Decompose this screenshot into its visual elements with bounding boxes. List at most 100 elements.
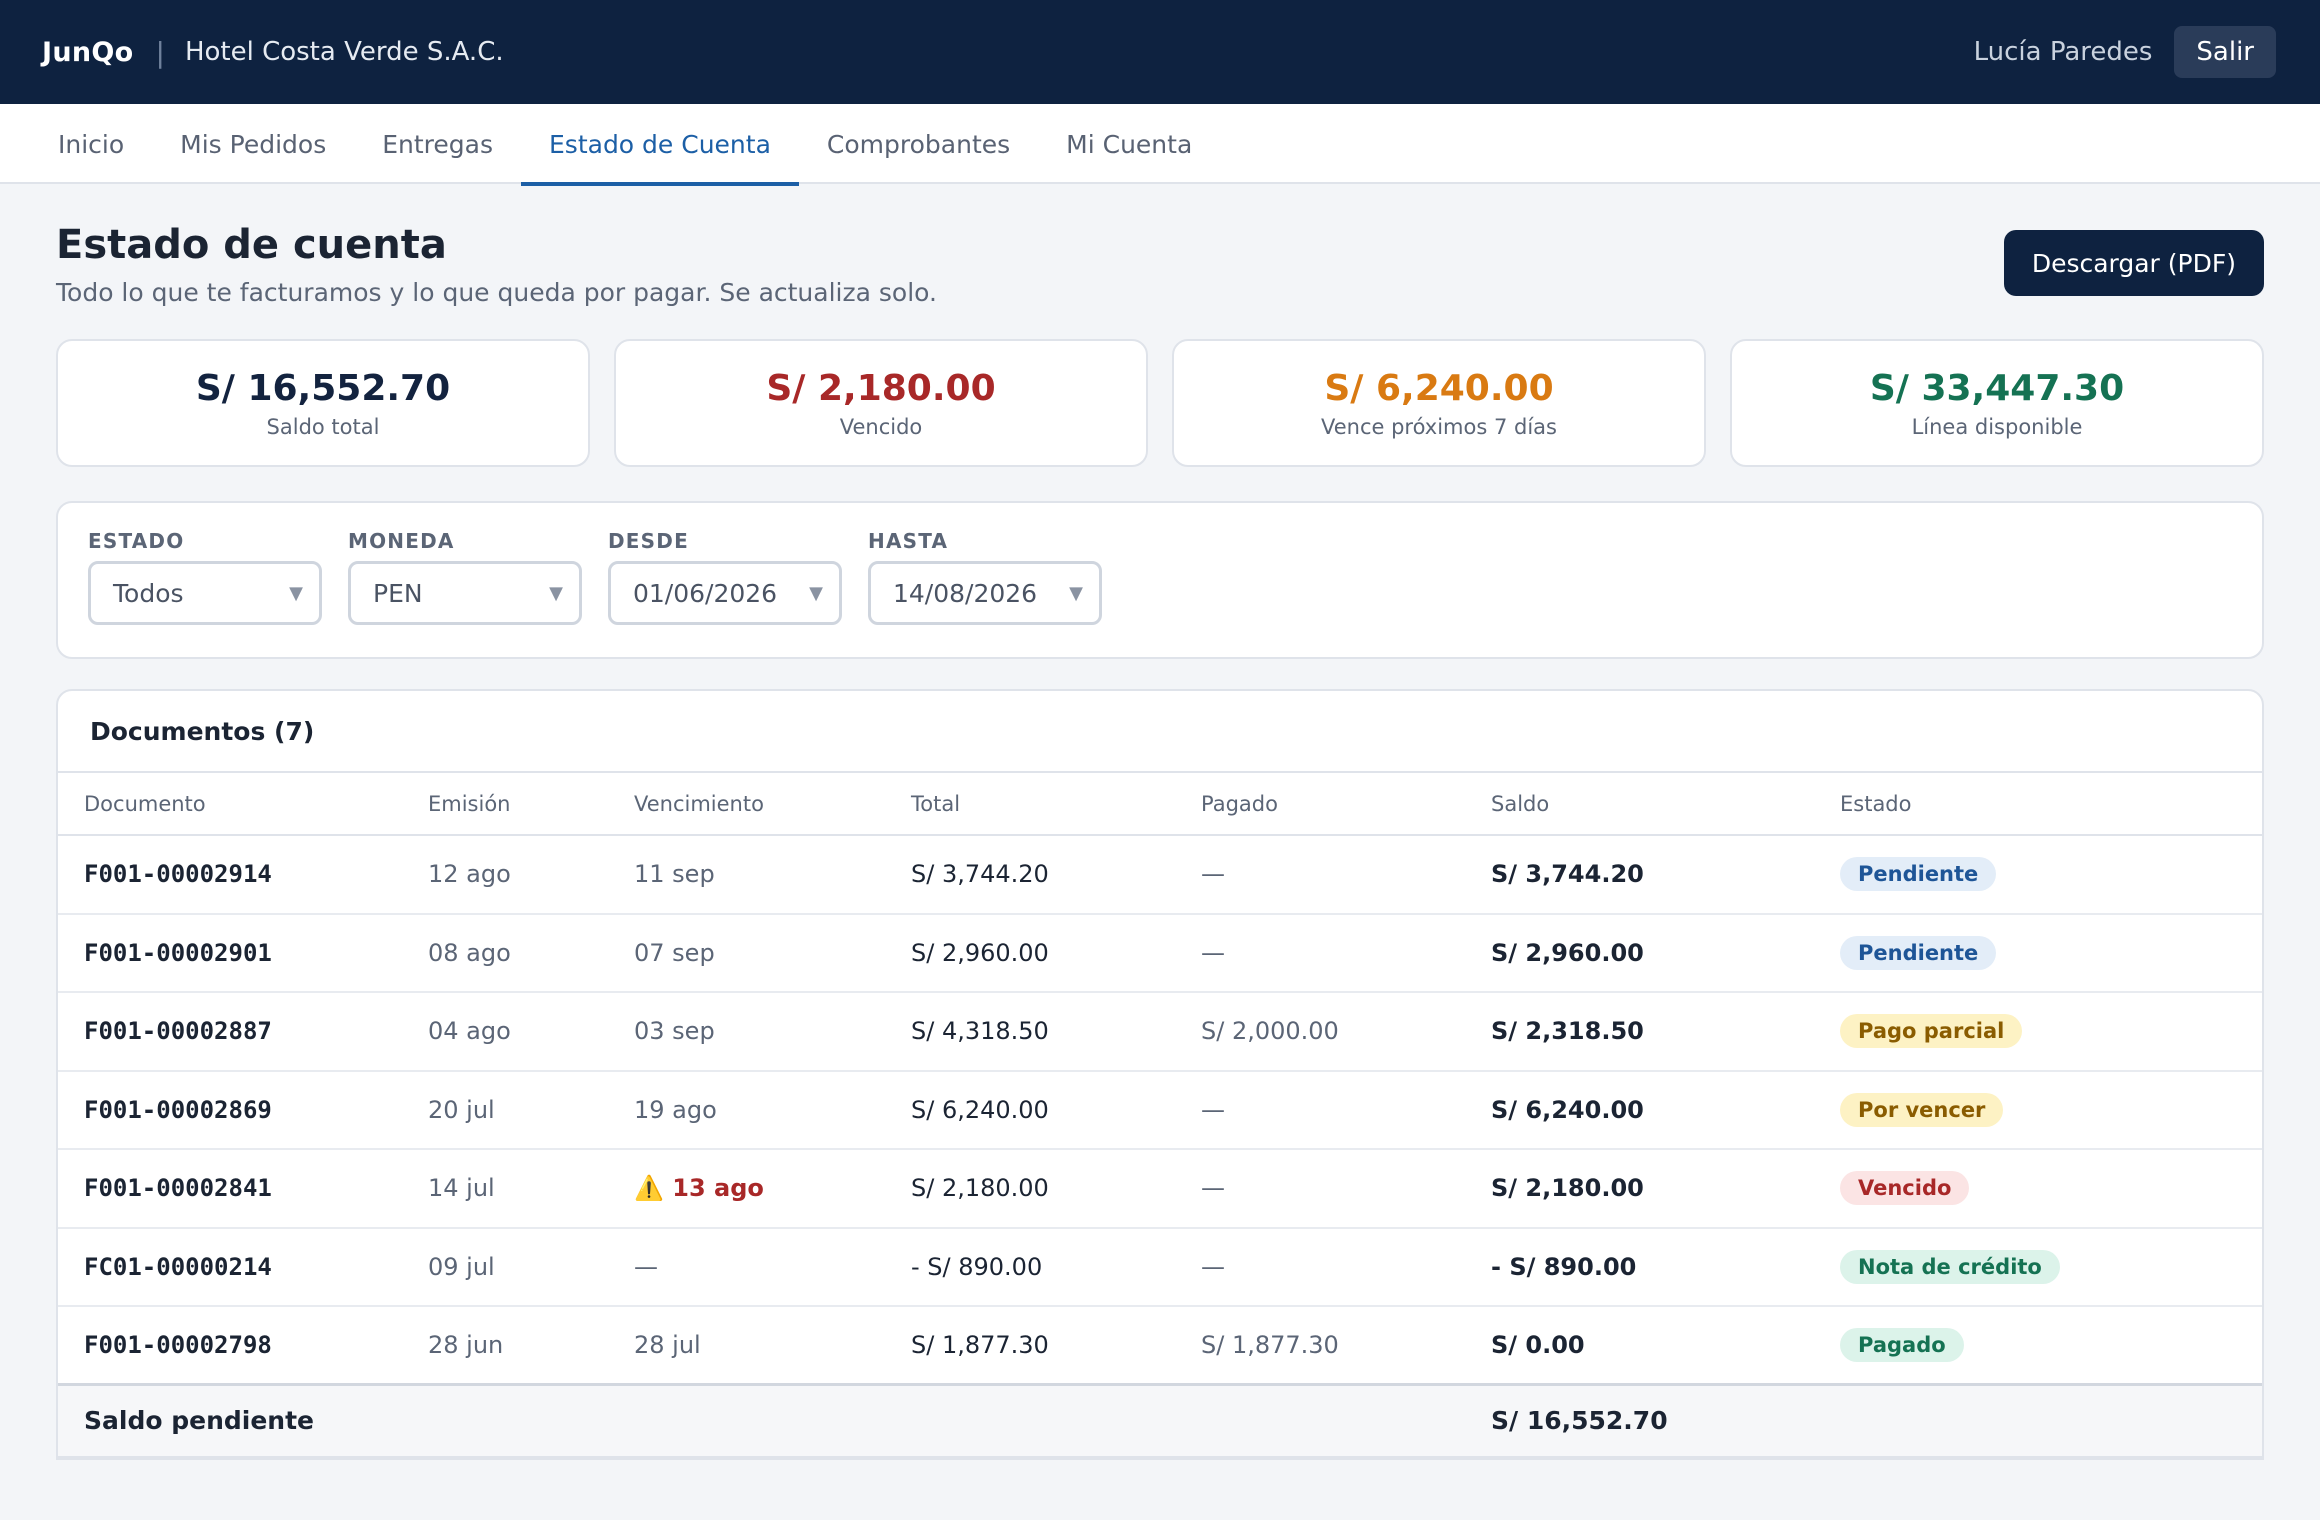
download-pdf-button[interactable]: Descargar (PDF) [2003, 230, 2264, 296]
total-amount: S/ 2,180.00 [911, 1149, 1201, 1229]
brand-separator: | [155, 35, 165, 69]
balance-amount: S/ 2,318.50 [1491, 992, 1840, 1072]
balance-amount: S/ 2,180.00 [1491, 1149, 1840, 1229]
column-header: Emisión [428, 773, 634, 836]
filter-estado-select[interactable]: Todos ▼ [88, 561, 322, 625]
summary-card: S/ 33,447.30 Línea disponible [1730, 339, 2264, 467]
table-row[interactable]: F001-00002887 04 ago 03 sep S/ 4,318.50 S/ 2… [58, 992, 2262, 1072]
due-date: 11 sep [634, 835, 911, 915]
chevron-down-icon: ▼ [289, 582, 303, 604]
column-header: Saldo [1491, 773, 1840, 836]
summary-card: S/ 2,180.00 Vencido [614, 339, 1148, 467]
tab-comprobantes[interactable]: Comprobantes [799, 104, 1038, 184]
summary-amount: S/ 33,447.30 [1869, 367, 2125, 409]
chevron-down-icon: ▼ [1069, 582, 1083, 604]
summary-label: Saldo total [266, 414, 380, 439]
filter-value: PEN [373, 578, 423, 608]
filter-label: MONEDA [348, 529, 455, 553]
brand-logo[interactable]: JunQo [42, 37, 134, 68]
user-name[interactable]: Lucía Paredes [1974, 37, 2153, 67]
column-header: Estado [1840, 773, 2262, 836]
document-number[interactable]: F001-00002841 [58, 1149, 428, 1229]
paid-amount: — [1201, 1149, 1491, 1229]
issue-date: 12 ago [428, 835, 634, 915]
status-cell: Por vencer [1840, 1070, 2262, 1150]
balance-amount: S/ 6,240.00 [1491, 1070, 1840, 1150]
status-badge: Vencido [1840, 1171, 1970, 1206]
document-number[interactable]: F001-00002869 [58, 1070, 428, 1150]
tab-mi-cuenta[interactable]: Mi Cuenta [1038, 104, 1220, 184]
due-date: — [634, 1227, 911, 1307]
document-number[interactable]: F001-00002798 [58, 1306, 428, 1386]
document-number[interactable]: F001-00002887 [58, 992, 428, 1072]
document-number[interactable]: FC01-00000214 [58, 1227, 428, 1307]
footer-label: Saldo pendiente [58, 1383, 428, 1458]
issue-date: 20 jul [428, 1070, 634, 1150]
status-cell: Nota de crédito [1840, 1227, 2262, 1307]
summary-card: S/ 6,240.00 Vence próximos 7 días [1172, 339, 1706, 467]
paid-amount: — [1201, 1070, 1491, 1150]
filter-hasta: HASTA 14/08/2026 ▼ [868, 529, 1102, 631]
footer-amount: S/ 16,552.70 [1491, 1383, 1840, 1458]
filter-desde: DESDE 01/06/2026 ▼ [608, 529, 842, 631]
tab-mis-pedidos[interactable]: Mis Pedidos [152, 104, 354, 184]
total-amount: - S/ 890.00 [911, 1227, 1201, 1307]
tab-entregas[interactable]: Entregas [354, 104, 521, 184]
summary-label: Vencido [839, 414, 923, 439]
column-header: Pagado [1201, 773, 1491, 836]
total-amount: S/ 4,318.50 [911, 992, 1201, 1072]
tab-estado-de-cuenta[interactable]: Estado de Cuenta [521, 104, 799, 186]
table-row[interactable]: F001-00002841 14 jul ⚠️ 13 ago S/ 2,180.00—… [58, 1149, 2262, 1229]
balance-amount: S/ 2,960.00 [1491, 913, 1840, 993]
paid-amount: — [1201, 835, 1491, 915]
filter-label: ESTADO [88, 529, 185, 553]
tab-inicio[interactable]: Inicio [30, 104, 152, 184]
logout-button[interactable]: Salir [2174, 26, 2276, 78]
filter-hasta-select[interactable]: 14/08/2026 ▼ [868, 561, 1102, 625]
chevron-down-icon: ▼ [549, 582, 563, 604]
status-badge: Por vencer [1840, 1092, 2004, 1127]
due-date: 03 sep [634, 992, 911, 1072]
document-number[interactable]: F001-00002901 [58, 913, 428, 993]
summary-label: Vence próximos 7 días [1320, 414, 1557, 439]
filters-panel: ESTADO Todos ▼ MONEDA PEN ▼ DESDE 01/06/2026 ▼ HA… [56, 501, 2264, 659]
table-row[interactable]: F001-00002914 12 ago 11 sep S/ 3,744.20— S/ … [58, 835, 2262, 915]
issue-date: 08 ago [428, 913, 634, 993]
page-header: Estado de cuenta Todo lo que te facturam… [56, 222, 2264, 307]
table-row[interactable]: F001-00002798 28 jun 28 jul S/ 1,877.30 S/ 1… [58, 1306, 2262, 1386]
footer-empty-cell [634, 1383, 911, 1458]
summary-cards: S/ 16,552.70 Saldo total S/ 2,180.00 Vencid… [56, 339, 2264, 467]
main-nav: Inicio Mis Pedidos Entregas Estado de Cuent… [0, 104, 2320, 186]
table-row[interactable]: FC01-00000214 09 jul — - S/ 890.00— - S/ 890… [58, 1227, 2262, 1307]
paid-amount: — [1201, 913, 1491, 993]
total-amount: S/ 6,240.00 [911, 1070, 1201, 1150]
filter-label: HASTA [868, 529, 949, 553]
balance-amount: S/ 3,744.20 [1491, 835, 1840, 915]
filter-desde-select[interactable]: 01/06/2026 ▼ [608, 561, 842, 625]
column-header: Vencimiento [634, 773, 911, 836]
summary-label: Línea disponible [1911, 414, 2083, 439]
paid-amount: — [1201, 1227, 1491, 1307]
status-cell: Vencido [1840, 1149, 2262, 1229]
filter-moneda-select[interactable]: PEN ▼ [348, 561, 582, 625]
balance-amount: S/ 0.00 [1491, 1306, 1840, 1386]
filter-label: DESDE [608, 529, 689, 553]
footer-empty-cell [428, 1383, 634, 1458]
company-name: Hotel Costa Verde S.A.C. [184, 37, 504, 67]
filter-value: 01/06/2026 [633, 578, 778, 608]
table-row[interactable]: F001-00002869 20 jul 19 ago S/ 6,240.00— S/ … [58, 1070, 2262, 1150]
status-cell: Pendiente [1840, 835, 2262, 915]
main-content: Estado de cuenta Todo lo que te facturam… [0, 222, 2320, 1460]
table-row[interactable]: F001-00002901 08 ago 07 sep S/ 2,960.00— S/ … [58, 913, 2262, 993]
filter-estado: ESTADO Todos ▼ [88, 529, 322, 631]
footer-empty-cell [1201, 1383, 1491, 1458]
footer-empty-cell [911, 1383, 1201, 1458]
document-number[interactable]: F001-00002914 [58, 835, 428, 915]
paid-amount: S/ 2,000.00 [1201, 992, 1491, 1072]
paid-amount: S/ 1,877.30 [1201, 1306, 1491, 1386]
table-header-row: Documento Emisión Vencimiento Total Pagado Sa… [58, 773, 2262, 836]
documents-panel: Documentos (7) Documento Emisión Vencimien… [56, 689, 2264, 1460]
page-heading-block: Estado de cuenta Todo lo que te facturam… [56, 222, 937, 307]
top-bar: JunQo | Hotel Costa Verde S.A.C. Lucía P… [0, 0, 2320, 104]
total-amount: S/ 1,877.30 [911, 1306, 1201, 1386]
